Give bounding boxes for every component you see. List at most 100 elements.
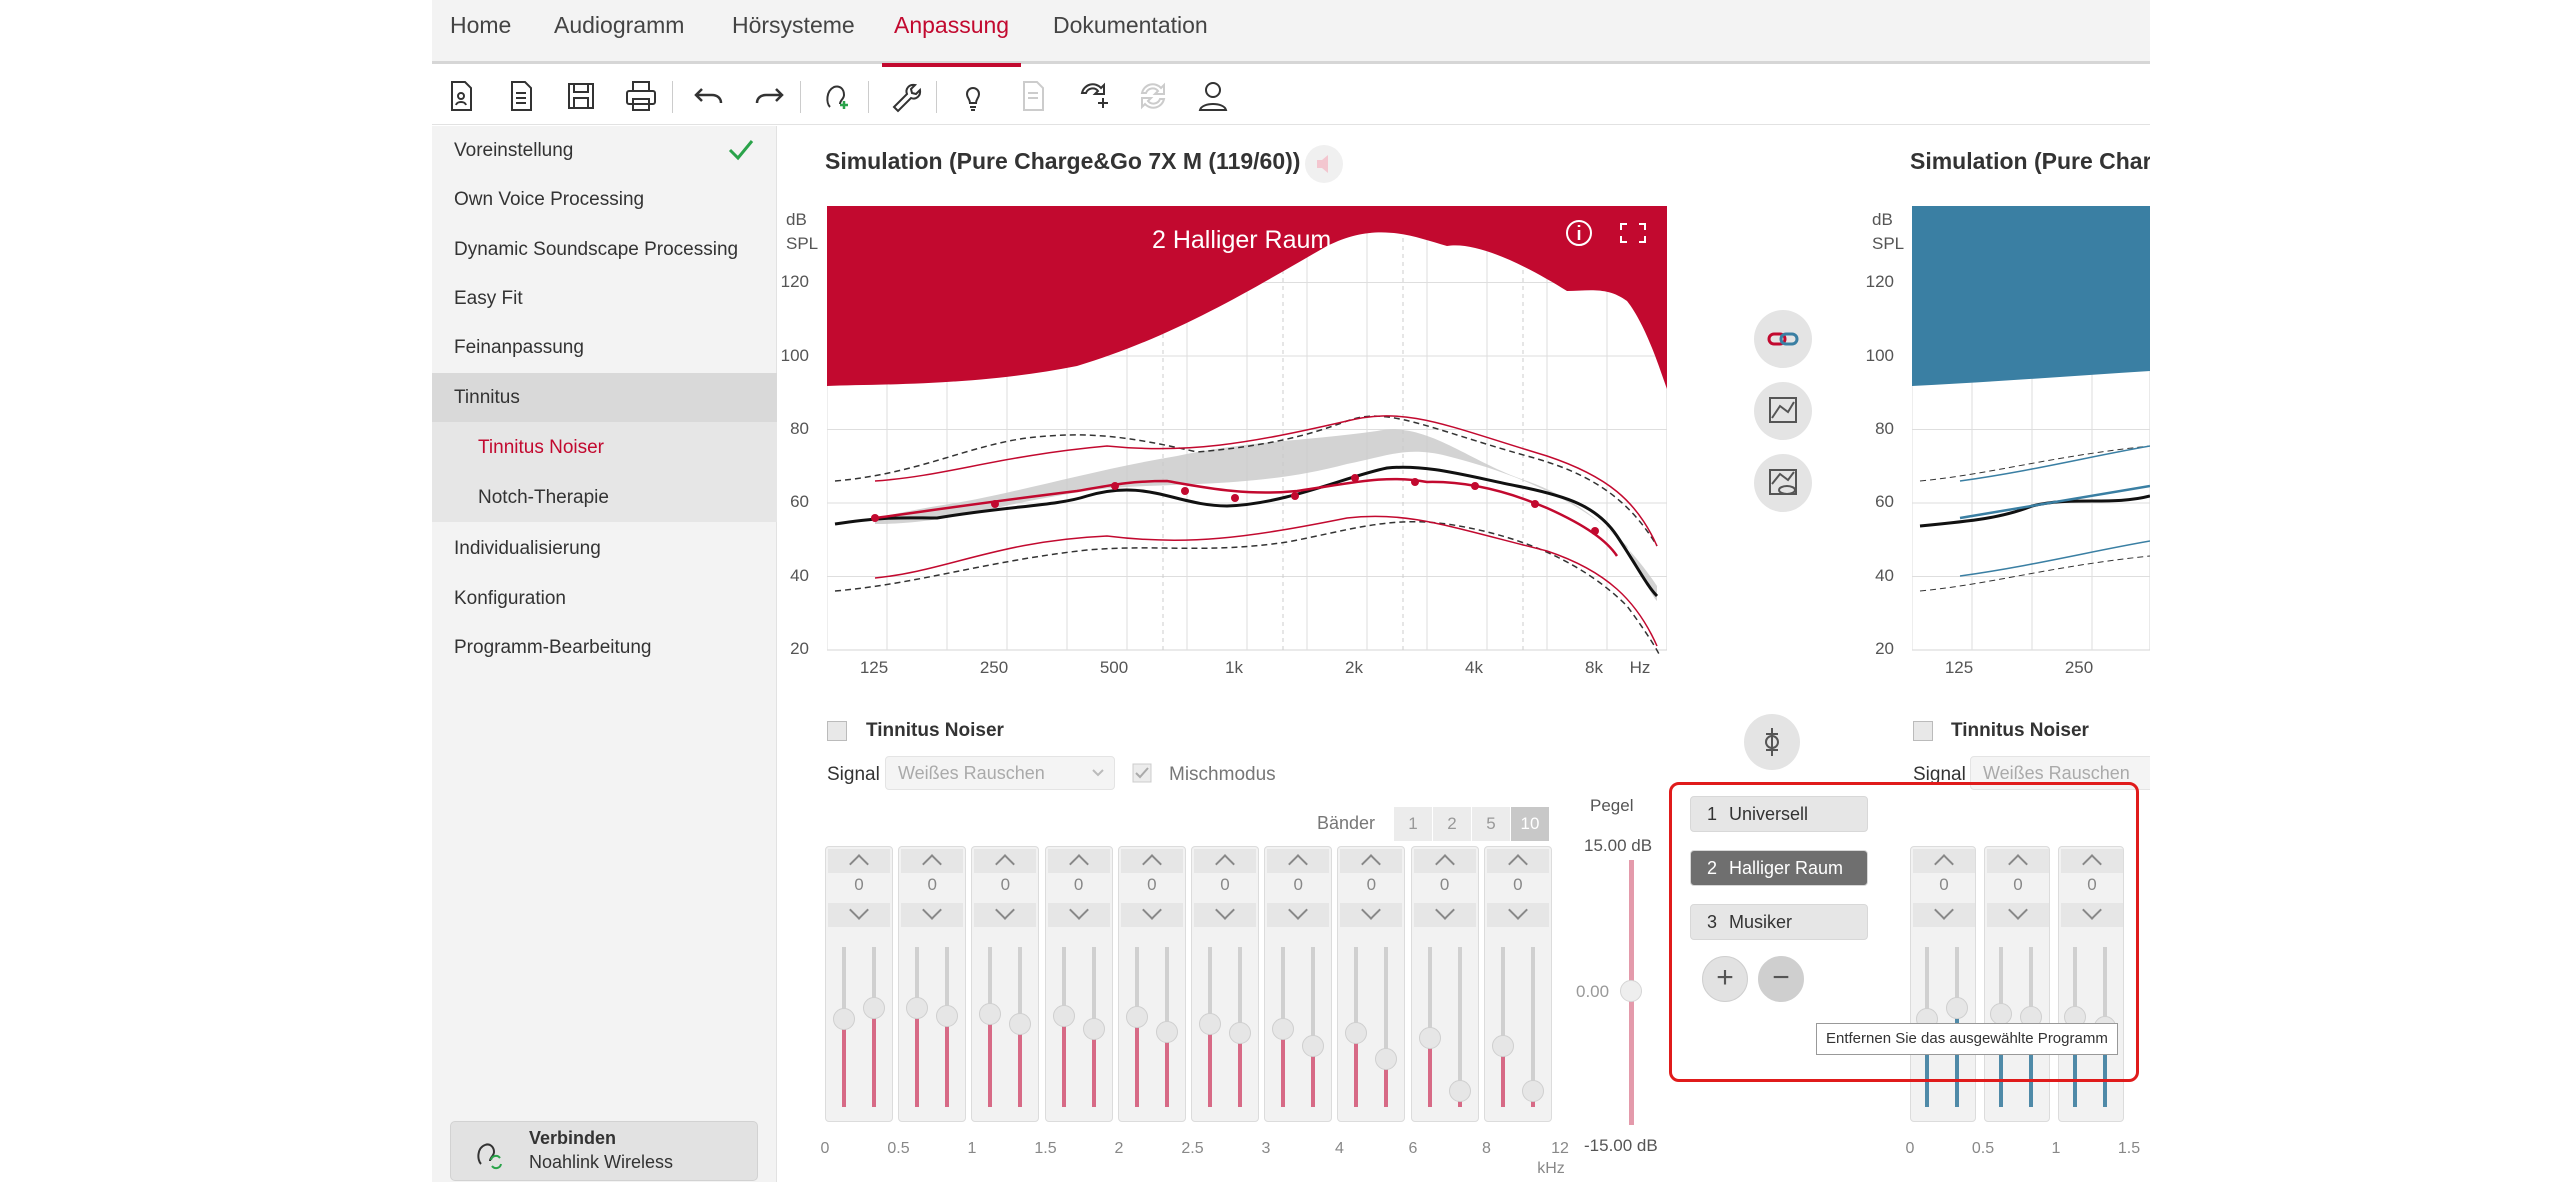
pegel-slider-knob[interactable] <box>1620 980 1642 1002</box>
undo-icon[interactable] <box>690 77 728 115</box>
increment-button[interactable] <box>1413 849 1476 873</box>
connect-button[interactable]: Verbinden Noahlink Wireless <box>450 1121 758 1181</box>
sidebar-item-voreinstellung[interactable]: Voreinstellung <box>432 126 777 175</box>
band-slider[interactable]: 0 <box>1044 846 1113 1122</box>
curve-point[interactable] <box>1231 494 1239 502</box>
add-program-button[interactable]: + <box>1702 956 1748 1002</box>
band-slider[interactable]: 0 <box>825 846 893 1122</box>
program-item-3[interactable]: 3 Musiker <box>1690 904 1868 940</box>
tinnitus-noiser-checkbox-right[interactable] <box>1913 721 1933 741</box>
slider-knob[interactable] <box>936 1004 959 1027</box>
increment-button[interactable] <box>901 849 964 873</box>
band-slider[interactable]: 0 <box>1191 846 1259 1122</box>
program-item-2[interactable]: 2 Halliger Raum <box>1690 850 1868 886</box>
slider-knob[interactable] <box>833 1008 855 1030</box>
slider-track[interactable] <box>833 947 855 1107</box>
slider-knob[interactable] <box>1375 1048 1398 1070</box>
increment-button[interactable] <box>1120 849 1183 873</box>
sidebar-item-feinanpassung[interactable]: Feinanpassung <box>432 323 777 372</box>
slider-track[interactable] <box>1009 947 1032 1107</box>
hearing-aid-connect-icon[interactable] <box>818 77 856 115</box>
sidebar-item-tinnitus[interactable]: Tinnitus <box>432 373 777 422</box>
slider-track[interactable] <box>863 947 885 1107</box>
band-1-button[interactable]: 1 <box>1394 807 1432 841</box>
sidebar-item-easy-fit[interactable]: Easy Fit <box>432 274 777 323</box>
slider-track[interactable] <box>1229 947 1251 1107</box>
slider-knob[interactable] <box>979 1003 1002 1026</box>
redo-icon[interactable] <box>750 77 788 115</box>
curve-point[interactable] <box>1591 527 1599 535</box>
band-slider[interactable]: 0 <box>971 846 1040 1122</box>
curve-point[interactable] <box>1291 492 1299 500</box>
slider-knob[interactable] <box>863 996 885 1019</box>
slider-track[interactable] <box>1052 947 1075 1107</box>
remove-program-button[interactable]: − <box>1758 956 1804 1002</box>
decrement-button[interactable] <box>1120 903 1183 927</box>
slider-knob[interactable] <box>1155 1020 1178 1043</box>
slider-knob[interactable] <box>1448 1080 1471 1102</box>
sidebar-item-programm-bearbeitung[interactable]: Programm-Bearbeitung <box>432 623 777 672</box>
speaker-mute-icon[interactable] <box>1304 144 1344 184</box>
slider-track[interactable] <box>1125 947 1148 1107</box>
curve-point[interactable] <box>991 500 999 508</box>
sync-add-icon[interactable] <box>1074 77 1112 115</box>
sidebar-item-tinnitus-noiser[interactable]: Tinnitus Noiser <box>432 423 777 472</box>
decrement-button[interactable] <box>974 903 1037 927</box>
band-slider[interactable]: 0 <box>1337 846 1406 1122</box>
slider-knob[interactable] <box>1009 1012 1032 1035</box>
slider-knob[interactable] <box>1272 1017 1295 1040</box>
slider-knob[interactable] <box>1302 1035 1325 1058</box>
decrement-button[interactable] <box>828 903 890 927</box>
slider-knob[interactable] <box>1199 1012 1221 1035</box>
print-icon[interactable] <box>622 77 660 115</box>
sidebar-item-konfiguration[interactable]: Konfiguration <box>432 574 777 623</box>
sidebar-item-dynamic-soundscape[interactable]: Dynamic Soundscape Processing <box>432 225 777 274</box>
band-slider[interactable]: 0 <box>898 846 967 1122</box>
slider-knob[interactable] <box>1345 1022 1368 1045</box>
tinnitus-noiser-checkbox[interactable] <box>827 721 847 741</box>
slider-track[interactable] <box>906 947 929 1107</box>
save-icon[interactable] <box>562 77 600 115</box>
client-file-icon[interactable] <box>442 77 480 115</box>
slider-track[interactable] <box>936 947 959 1107</box>
band-10-button[interactable]: 10 <box>1511 807 1549 841</box>
band-5-button[interactable]: 5 <box>1472 807 1510 841</box>
tab-dokumentation[interactable]: Dokumentation <box>1053 0 1208 64</box>
curve-point[interactable] <box>1531 500 1539 508</box>
slider-track[interactable] <box>1521 947 1544 1107</box>
decrement-button[interactable] <box>1486 903 1549 927</box>
sidebar-item-own-voice[interactable]: Own Voice Processing <box>432 175 777 224</box>
slider-track[interactable] <box>979 947 1002 1107</box>
increment-button[interactable] <box>1267 849 1330 873</box>
curve-point[interactable] <box>1411 478 1419 486</box>
sidebar-item-individualisierung[interactable]: Individualisierung <box>432 524 777 573</box>
document-icon[interactable] <box>502 77 540 115</box>
slider-track[interactable] <box>1345 947 1368 1107</box>
decrement-button[interactable] <box>1047 903 1110 927</box>
decrement-button[interactable] <box>1413 903 1476 927</box>
tab-anpassung[interactable]: Anpassung <box>881 0 1022 67</box>
increment-button[interactable] <box>1486 849 1549 873</box>
sidebar-item-notch-therapie[interactable]: Notch-Therapie <box>432 473 777 522</box>
link-ears-button[interactable] <box>1754 310 1812 368</box>
band-slider[interactable]: 0 <box>1264 846 1333 1122</box>
slider-track[interactable] <box>1199 947 1221 1107</box>
decrement-button[interactable] <box>1267 903 1330 927</box>
view-curve-button[interactable] <box>1754 454 1812 512</box>
slider-knob[interactable] <box>906 996 929 1019</box>
lightbulb-icon[interactable] <box>954 77 992 115</box>
slider-track[interactable] <box>1448 947 1471 1107</box>
slider-knob[interactable] <box>1521 1080 1544 1102</box>
decrement-button[interactable] <box>901 903 964 927</box>
simulation-chart-right[interactable] <box>1912 206 2150 658</box>
user-icon[interactable] <box>1194 77 1232 115</box>
simulation-chart-left[interactable] <box>827 206 1667 658</box>
slider-knob[interactable] <box>1491 1035 1514 1058</box>
decrement-button[interactable] <box>1340 903 1403 927</box>
tab-audiogramm[interactable]: Audiogramm <box>554 0 684 64</box>
increment-button[interactable] <box>828 849 890 873</box>
tab-hoersysteme[interactable]: Hörsysteme <box>732 0 855 64</box>
increment-button[interactable] <box>1340 849 1403 873</box>
tab-home[interactable]: Home <box>450 0 511 64</box>
slider-track[interactable] <box>1418 947 1441 1107</box>
